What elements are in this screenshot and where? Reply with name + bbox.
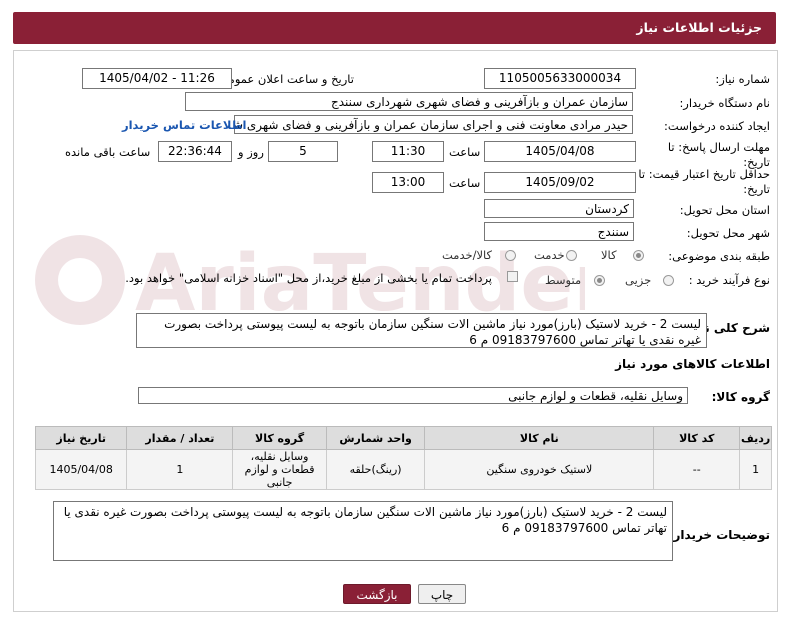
city-label: شهر محل تحویل:: [686, 226, 770, 240]
remaining-label: ساعت باقی مانده: [65, 145, 151, 159]
days-field: 5: [268, 141, 338, 162]
city-field: سنندج: [484, 222, 634, 241]
process-radio-medium[interactable]: [594, 275, 605, 286]
buyer-notes-label: توضیحات خریدار:: [668, 528, 770, 542]
col-header-unit: واحد شمارش: [325, 426, 426, 450]
col-header-quantity: تعداد / مقدار: [126, 426, 234, 450]
remaining-time-field: 22:36:44: [158, 141, 232, 162]
process-option-minor: جزیی: [625, 273, 652, 287]
cell-code: --: [653, 449, 741, 490]
category-radio-service[interactable]: [566, 250, 577, 261]
page: جزئیات اطلاعات نیاز AriaTender.net شماره…: [0, 0, 788, 619]
province-field: کردستان: [484, 199, 634, 218]
creator-field: حیدر مرادی معاونت فنی و اجرای سازمان عمر…: [234, 115, 633, 134]
need-number-field: 1105005633000034: [484, 68, 636, 89]
price-date-field: 1405/09/02: [484, 172, 636, 193]
goods-section-title: اطلاعات کالاهای مورد نیاز: [615, 357, 770, 371]
col-header-need-date: تاریخ نیاز: [34, 426, 128, 450]
cell-unit: (رینگ)حلقه: [325, 449, 426, 490]
price-time-field: 13:00: [372, 172, 444, 193]
cell-row-number: 1: [739, 449, 772, 490]
announce-label: تاریخ و ساعت اعلان عمومی:: [215, 72, 354, 86]
announce-field: 1405/04/02 - 11:26: [82, 68, 232, 89]
table-header-row: ردیف کد کالا نام کالا واحد شمارش گروه کا…: [34, 426, 772, 450]
page-header: جزئیات اطلاعات نیاز: [13, 12, 776, 44]
price-time-label: ساعت: [449, 176, 481, 190]
treasury-payment-note: پرداخت تمام یا بخشی از مبلغ خرید،از محل …: [125, 271, 492, 285]
table-row: 1 -- لاستیک خودروی سنگین (رینگ)حلقه وسای…: [34, 449, 772, 490]
reply-time-field: 11:30: [372, 141, 444, 162]
category-radio-goods-service[interactable]: [505, 250, 516, 261]
reply-date-field: 1405/04/08: [484, 141, 636, 162]
treasury-payment-checkbox[interactable]: [507, 271, 518, 282]
col-header-group: گروه کالا: [232, 426, 327, 450]
creator-label: ایجاد کننده درخواست:: [664, 119, 770, 133]
category-radio-goods[interactable]: [633, 250, 644, 261]
description-textarea[interactable]: لیست 2 - خرید لاستیک (بارز)مورد نیاز ماش…: [136, 313, 707, 348]
cell-quantity: 1: [126, 449, 234, 490]
province-label: استان محل تحویل:: [679, 203, 770, 217]
category-option-goods: کالا: [601, 248, 617, 262]
category-option-service: خدمت: [534, 248, 565, 262]
buyer-contact-link[interactable]: اطلاعات تماس خریدار: [122, 118, 246, 132]
category-option-goods-service: کالا/خدمت: [442, 248, 493, 262]
print-button[interactable]: چاپ: [418, 584, 466, 604]
days-label: روز و: [238, 145, 264, 159]
col-header-row-number: ردیف: [739, 426, 772, 450]
buyer-org-field: سازمان عمران و بازآفرینی و فضای شهری شهر…: [185, 92, 633, 111]
goods-group-field: وسایل نقلیه، قطعات و لوازم جانبی: [138, 387, 688, 404]
price-validity-label: حداقل تاریخ اعتبار قیمت: تا تاریخ:: [638, 167, 770, 196]
category-label: طبقه بندی موضوعی:: [668, 249, 770, 263]
goods-group-label: گروه کالا:: [711, 390, 770, 404]
cell-name: لاستیک خودروی سنگین: [424, 449, 655, 490]
need-number-label: شماره نیاز:: [715, 72, 770, 86]
cell-need-date: 1405/04/08: [34, 449, 128, 490]
col-header-name: نام کالا: [424, 426, 655, 450]
process-option-medium: متوسط: [545, 273, 582, 287]
buyer-notes-textarea[interactable]: لیست 2 - خرید لاستیک (بارز)مورد نیاز ماش…: [53, 501, 673, 561]
process-radio-minor[interactable]: [663, 275, 674, 286]
reply-time-label: ساعت: [449, 145, 481, 159]
back-button[interactable]: بازگشت: [343, 584, 411, 604]
page-title: جزئیات اطلاعات نیاز: [636, 20, 762, 35]
goods-table: ردیف کد کالا نام کالا واحد شمارش گروه کا…: [34, 426, 772, 490]
process-label: نوع فرآیند خرید :: [688, 273, 770, 287]
col-header-code: کد کالا: [653, 426, 741, 450]
buyer-org-label: نام دستگاه خریدار:: [679, 96, 770, 110]
reply-deadline-label: مهلت ارسال پاسخ: تا تاریخ:: [667, 140, 770, 169]
cell-group: وسایل نقلیه، قطعات و لوازم جانبی: [232, 449, 327, 490]
